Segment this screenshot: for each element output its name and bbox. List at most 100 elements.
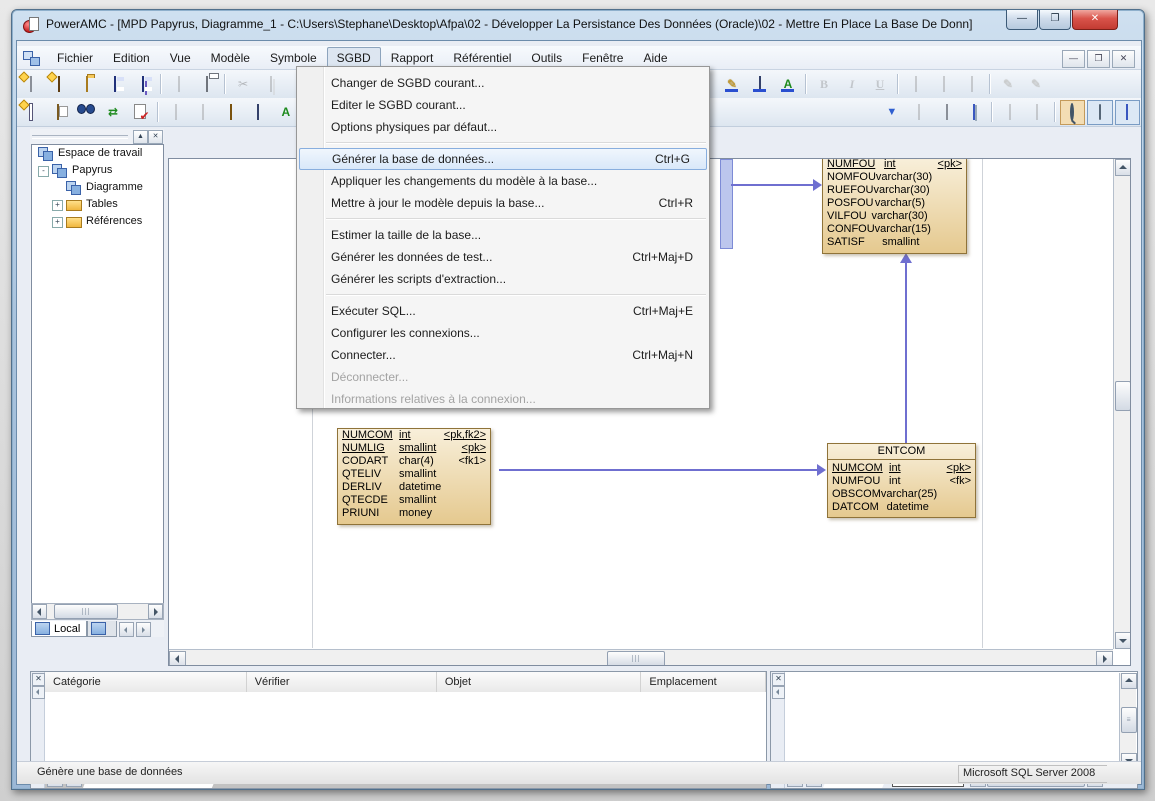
open-button[interactable]: [74, 72, 100, 97]
output-vertical-scrollbar[interactable]: ≡: [1119, 673, 1136, 769]
browse-pages-button[interactable]: [961, 100, 986, 125]
scroll-up-button[interactable]: [1115, 159, 1131, 176]
bold-button[interactable]: B: [811, 72, 837, 97]
panel-collapse-button[interactable]: [32, 686, 45, 699]
toolbar2-button-7[interactable]: [191, 100, 216, 125]
tab-scroll-left-button[interactable]: [119, 622, 134, 637]
maximize-button[interactable]: ❐: [1039, 10, 1071, 30]
save-all-button[interactable]: [130, 72, 156, 97]
scroll-thumb[interactable]: |||: [607, 651, 665, 666]
tab-scroll-right-button[interactable]: [136, 622, 151, 637]
align-left-button[interactable]: [903, 72, 929, 97]
menu-item-generer-scripts[interactable]: Générer les scripts d'extraction...: [297, 268, 709, 290]
panel-collapse-button[interactable]: [772, 686, 785, 699]
tree-item-model[interactable]: - Papyrus: [32, 162, 163, 179]
output-text-area[interactable]: [785, 673, 1120, 769]
toolbar2-button-12[interactable]: [907, 100, 932, 125]
menu-item-connecter[interactable]: Connecter...Ctrl+Maj+N: [297, 344, 709, 366]
results-list-area[interactable]: [45, 692, 766, 769]
mdi-minimize-button[interactable]: —: [1062, 50, 1085, 68]
fill-color-button[interactable]: [747, 72, 773, 97]
print-preview-button[interactable]: [166, 72, 192, 97]
workspace-tree[interactable]: Espace de travail - Papyrus Diagramme + …: [31, 144, 164, 605]
menu-item-executer-sql[interactable]: Exécuter SQL...Ctrl+Maj+E: [297, 300, 709, 322]
line-color-button[interactable]: ✎: [719, 72, 745, 97]
fournis-table-symbol[interactable]: NUMFOUint<pk> NOMFOUvarchar(30) RUEFOUva…: [822, 158, 967, 254]
italic-button[interactable]: I: [839, 72, 865, 97]
check-model-button[interactable]: ✔: [128, 100, 153, 125]
scroll-down-button[interactable]: [1115, 632, 1131, 649]
scroll-left-button[interactable]: [32, 604, 47, 619]
reference-line-entcom-fournis[interactable]: [905, 261, 907, 443]
tree-item-diagram[interactable]: Diagramme: [32, 179, 163, 196]
pin-button[interactable]: ▲: [133, 130, 148, 144]
properties-grid-button[interactable]: [1115, 100, 1140, 125]
column-categorie[interactable]: Catégorie: [45, 672, 247, 692]
copy-button[interactable]: [258, 72, 284, 97]
scroll-thumb[interactable]: [1115, 381, 1131, 411]
menu-item-estimer-taille[interactable]: Estimer la taille de la base...: [297, 224, 709, 246]
paste-special-button[interactable]: [45, 100, 70, 125]
tree-item-workspace[interactable]: Espace de travail: [32, 145, 163, 162]
menu-item-configurer-connexions[interactable]: Configurer les connexions...: [297, 322, 709, 344]
menu-item-generer-base[interactable]: Générer la base de données...Ctrl+G: [299, 148, 707, 170]
align-center-button[interactable]: [931, 72, 957, 97]
font-button[interactable]: A: [273, 100, 298, 125]
title-bar[interactable]: PowerAMC - [MPD Papyrus, Diagramme_1 - C…: [12, 10, 1144, 40]
scroll-right-button[interactable]: [1096, 651, 1113, 666]
print-button[interactable]: [194, 72, 220, 97]
menu-edition[interactable]: Edition: [103, 47, 160, 69]
font-color-button[interactable]: A: [775, 72, 801, 97]
ligcom-table-symbol[interactable]: NUMCOMint<pk,fk2> NUMLIGsmallint<pk> COD…: [337, 428, 491, 525]
menu-item-appliquer-changements[interactable]: Appliquer les changements du modèle à la…: [297, 170, 709, 192]
minimize-button[interactable]: —: [1006, 10, 1038, 30]
toolbar2-button-16[interactable]: [1024, 100, 1049, 125]
mdi-close-button[interactable]: ✕: [1112, 50, 1135, 68]
align-right-button[interactable]: [959, 72, 985, 97]
expand-expander-icon[interactable]: +: [52, 200, 63, 211]
column-verifier[interactable]: Vérifier: [247, 672, 437, 692]
menu-item-mettre-a-jour[interactable]: Mettre à jour le modèle depuis la base..…: [297, 192, 709, 214]
scroll-thumb[interactable]: ≡: [1121, 707, 1137, 733]
tab-local[interactable]: Local: [31, 621, 87, 637]
menu-item-generer-donnees-test[interactable]: Générer les données de test...Ctrl+Maj+D: [297, 246, 709, 268]
scroll-right-button[interactable]: [148, 604, 163, 619]
close-button[interactable]: ✕: [1072, 10, 1118, 30]
menu-fichier[interactable]: Fichier: [47, 47, 103, 69]
underline-button[interactable]: U: [867, 72, 893, 97]
notes-button[interactable]: [1087, 100, 1112, 125]
drag-grip[interactable]: [32, 135, 128, 139]
reference-line[interactable]: [731, 184, 815, 186]
scroll-thumb[interactable]: |||: [54, 604, 118, 619]
reference-connector-selected[interactable]: [720, 159, 733, 249]
column-emplacement[interactable]: Emplacement: [641, 672, 766, 692]
overview-button[interactable]: [1060, 100, 1085, 125]
cut-button[interactable]: ✂: [230, 72, 256, 97]
collapse-expander-icon[interactable]: -: [38, 166, 49, 177]
tab-repository[interactable]: [87, 621, 117, 637]
panel-close-button[interactable]: ✕: [32, 673, 45, 686]
unlink-button[interactable]: ✎: [1023, 72, 1049, 97]
new-button[interactable]: [18, 72, 44, 97]
reference-line-ligcom-entcom[interactable]: [499, 469, 819, 471]
new-diagram-button[interactable]: [18, 100, 43, 125]
save-button[interactable]: [102, 72, 128, 97]
filter-button[interactable]: ▼: [879, 100, 904, 125]
scroll-left-button[interactable]: [169, 651, 186, 666]
open-model-button[interactable]: [46, 72, 72, 97]
canvas-horizontal-scrollbar[interactable]: |||: [169, 649, 1113, 666]
scroll-up-button[interactable]: [1121, 673, 1137, 689]
browser-panel-header[interactable]: ▲ ✕: [30, 129, 164, 143]
tree-item-references[interactable]: + Références: [32, 213, 163, 230]
tree-item-tables[interactable]: + Tables: [32, 196, 163, 213]
find-button[interactable]: [73, 100, 98, 125]
menu-item-changer-sgbd[interactable]: Changer de SGBD courant...: [297, 72, 709, 94]
menu-item-options-physiques[interactable]: Options physiques par défaut...: [297, 116, 709, 138]
mdi-restore-button[interactable]: ❐: [1087, 50, 1110, 68]
canvas-vertical-scrollbar[interactable]: [1113, 159, 1130, 649]
menu-modele[interactable]: Modèle: [201, 47, 260, 69]
tree-horizontal-scrollbar[interactable]: |||: [31, 603, 164, 620]
format-brush-button[interactable]: [218, 100, 243, 125]
expand-expander-icon[interactable]: +: [52, 217, 63, 228]
entcom-table-symbol[interactable]: ENTCOM NUMCOMint<pk> NUMFOUint<fk> OBSCO…: [827, 443, 976, 518]
